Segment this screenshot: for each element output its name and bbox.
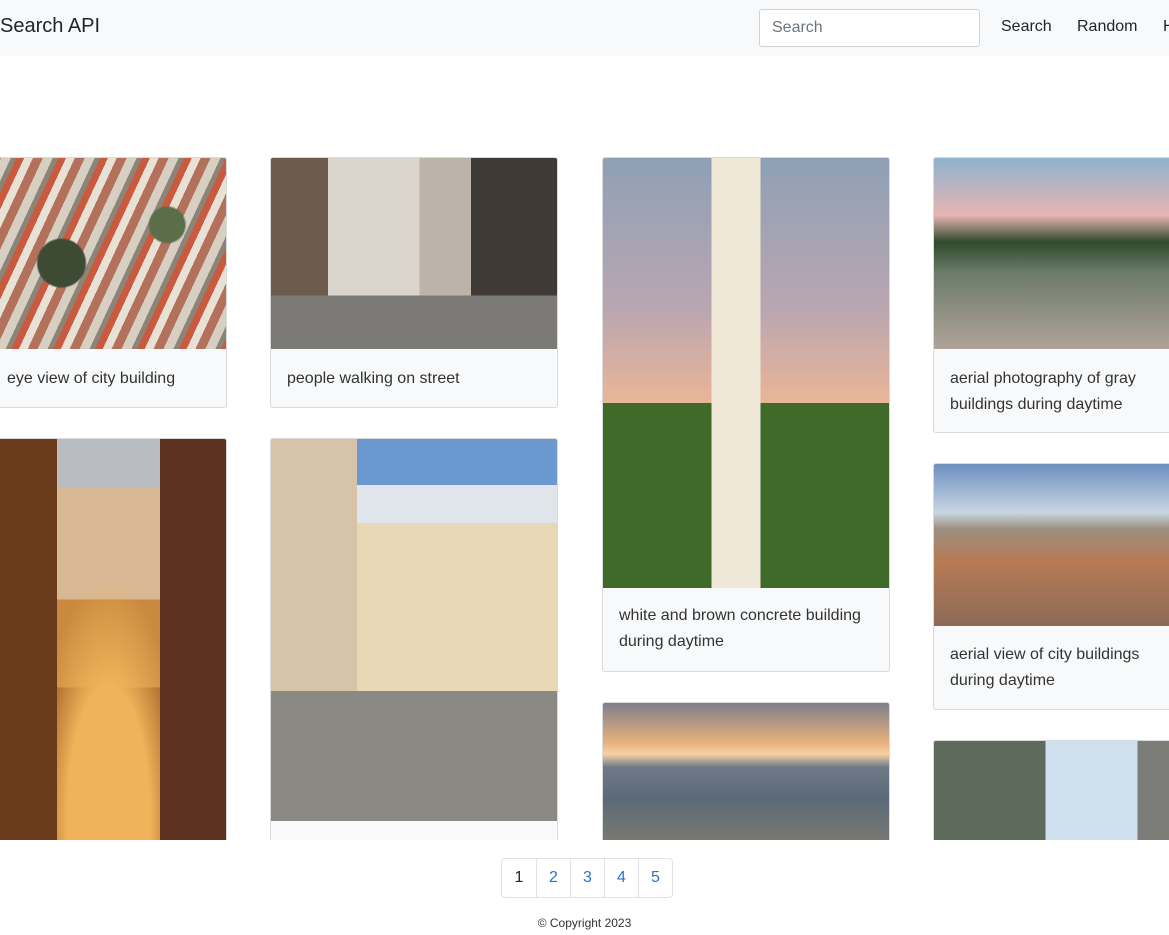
street-church-photo [934, 741, 1169, 840]
photo-card[interactable]: aerial view of city buildings during day… [933, 463, 1169, 710]
card-caption: aerial view of city buildings during day… [950, 646, 1140, 689]
aerial-old-town-photo [934, 464, 1169, 626]
card-caption: eye view of city building [7, 370, 176, 387]
footer-copyright: © Copyright 2023 [537, 916, 632, 930]
page-5-button[interactable]: 5 [638, 859, 672, 897]
photo-grid: eye view of city building people walking… [0, 0, 1169, 840]
street-people-photo [271, 158, 557, 349]
photo-card[interactable]: people walking on street [270, 157, 558, 408]
card-caption: white and brown concrete building during… [619, 607, 861, 650]
cobblestone-alley-photo [0, 439, 226, 840]
photo-card[interactable]: white and brown concrete building during… [602, 157, 890, 672]
aerial-city-hill-photo [934, 158, 1169, 349]
card-caption: people walking on street [287, 370, 460, 387]
photo-card[interactable]: aerial photography of gray buildings dur… [933, 157, 1169, 433]
page-4-button[interactable]: 4 [604, 859, 638, 897]
city-aerial-photo [0, 158, 226, 349]
european-street-photo [271, 439, 557, 821]
pagination: 1 2 3 4 5 [501, 858, 673, 898]
photo-card[interactable] [270, 438, 558, 840]
clock-tower-photo [603, 158, 889, 588]
photo-card[interactable] [933, 740, 1169, 840]
photo-card[interactable] [602, 702, 890, 840]
city-sunset-photo [603, 703, 889, 840]
card-caption: aerial photography of gray buildings dur… [950, 370, 1136, 413]
page-1-button[interactable]: 1 [502, 859, 536, 897]
page-2-button[interactable]: 2 [536, 859, 570, 897]
page-3-button[interactable]: 3 [570, 859, 604, 897]
photo-card[interactable] [0, 438, 227, 840]
photo-card[interactable]: eye view of city building [0, 157, 227, 408]
